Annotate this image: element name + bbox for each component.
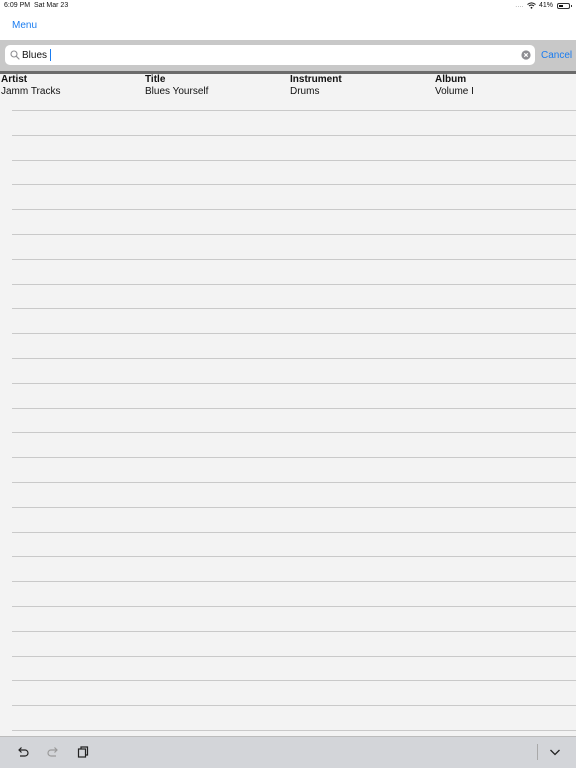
row-separator [12,358,576,359]
battery-level [559,4,563,7]
row-separator [12,308,576,310]
row-separator [12,506,576,508]
row-separator [12,209,576,211]
bottom-toolbar [0,736,576,768]
row-separator [12,258,576,260]
header-title[interactable]: Title [145,74,165,85]
toolbar-separator [537,744,538,760]
row-separator [12,382,576,384]
header-album[interactable]: Album [435,74,466,85]
status-indicators: .... 41% [515,2,572,9]
search-bar: Cancel [0,40,576,71]
row-separator [12,110,576,111]
signal-dots: .... [515,2,524,9]
header-artist[interactable]: Artist [1,74,27,85]
cell-instrument: Drums [290,86,320,97]
text-caret [50,49,51,61]
results-table: Artist Title Instrument Album Jamm Track… [0,74,576,736]
cell-album: Volume I [435,86,474,97]
row-separator [12,730,576,731]
row-separator [12,134,576,136]
redo-icon[interactable] [46,745,60,759]
row-separator [12,159,576,161]
wifi-icon [527,2,536,9]
cell-artist: Jamm Tracks [1,86,61,97]
nav-bar: Menu [0,12,576,40]
status-date: Sat Mar 23 [33,2,69,9]
search-input[interactable] [22,48,512,62]
search-field[interactable] [5,45,535,65]
cancel-button[interactable]: Cancel [541,50,572,61]
header-instrument[interactable]: Instrument [290,74,342,85]
row-separator [12,184,576,186]
table-header: Artist Title Instrument Album [0,74,576,86]
clear-search-icon[interactable] [521,50,531,60]
row-separator [12,457,576,459]
row-separator [12,333,576,335]
undo-icon[interactable] [16,745,30,759]
status-bar: 6:09 PM Sat Mar 23 .... 41% [0,0,576,12]
cell-title: Blues Yourself [145,86,209,97]
battery-icon [557,2,572,9]
paste-icon[interactable] [76,745,90,759]
row-separator [12,655,576,657]
battery-percent: 41% [538,2,553,9]
row-separator [12,283,576,285]
table-row[interactable]: Jamm Tracks Blues Yourself Drums Volume … [0,86,576,98]
row-separator [12,606,576,607]
row-separator [12,581,576,583]
row-separator [12,705,576,707]
status-time: 6:09 PM [4,2,31,9]
row-separator [12,482,576,483]
menu-button[interactable]: Menu [12,20,37,31]
row-separator [12,680,576,682]
row-separator [12,432,576,434]
row-separator [12,556,576,558]
row-separator [12,234,576,235]
row-separator [12,630,576,632]
row-separator [12,407,576,409]
status-time-date: 6:09 PM Sat Mar 23 [4,2,68,9]
chevron-down-icon[interactable] [548,745,562,759]
row-separator [12,531,576,533]
search-icon [10,50,20,60]
